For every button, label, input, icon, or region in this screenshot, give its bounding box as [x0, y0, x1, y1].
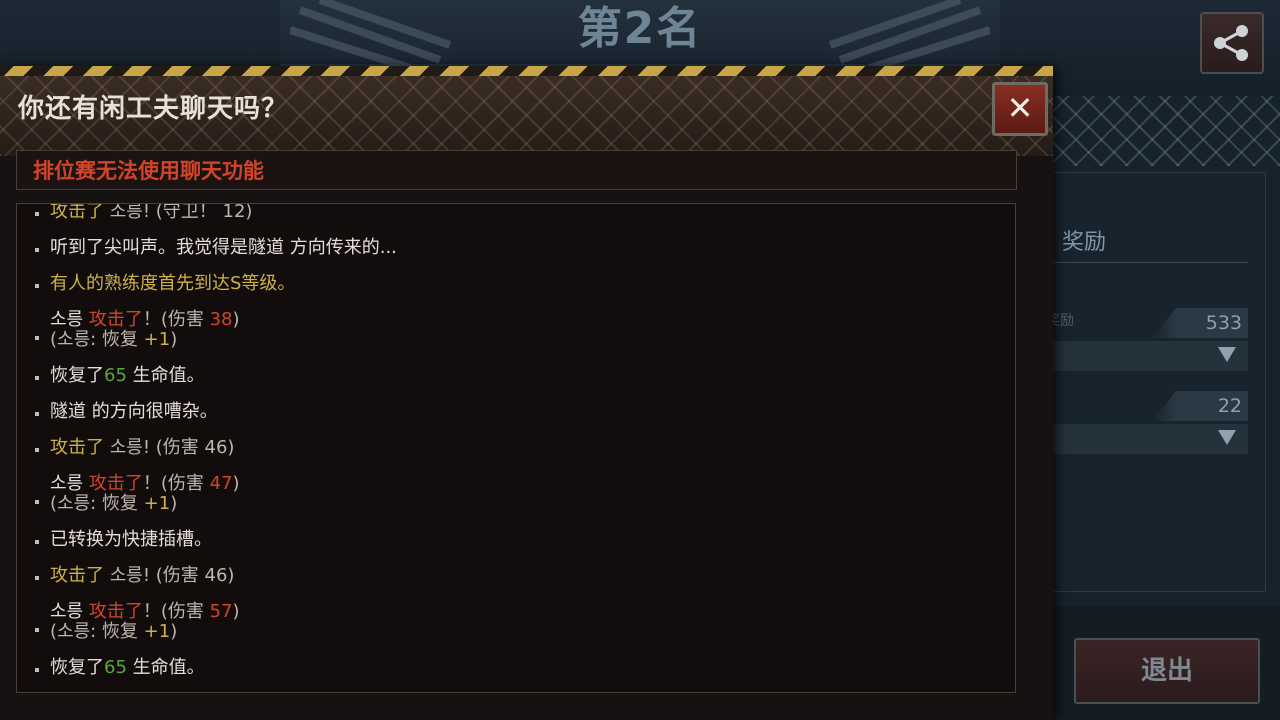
message-segment: 攻击了	[88, 473, 143, 494]
bullet-icon	[35, 668, 39, 672]
chat-message: 恢复了65 生命值。	[17, 650, 997, 686]
rank-title: 第2名	[577, 3, 703, 54]
message-segment: 攻击了	[88, 309, 143, 330]
message-segment: 攻击了	[88, 601, 143, 622]
message-segment: ！(伤害	[142, 309, 210, 330]
message-segment: 47	[209, 473, 233, 494]
close-button[interactable]: ✕	[992, 82, 1048, 136]
dialog-title: 你还有闲工夫聊天吗？	[18, 94, 289, 124]
bullet-icon	[35, 284, 39, 288]
close-icon: ✕	[1006, 89, 1034, 127]
chevron-down-icon	[1218, 347, 1236, 362]
message-text: 소릉 攻击了！(伤害 38)	[50, 310, 240, 330]
message-text: (소릉: 恢复 +1)	[50, 494, 177, 514]
message-segment: 38	[209, 309, 233, 330]
message-segment: 恢复了	[50, 657, 104, 678]
share-icon	[1214, 25, 1248, 61]
message-text: 攻击了 소릉! (守卫！ 12)	[50, 203, 253, 222]
message-segment: )	[170, 621, 178, 642]
message-text: (소릉: 恢复 +1)	[50, 330, 177, 350]
message-segment: 65	[104, 365, 127, 386]
message-segment: 有人的熟练度首先到达S等级。	[50, 273, 296, 294]
chat-message: 소릉 攻击了！(伤害 47) (소릉: 恢复 +1)	[17, 466, 997, 522]
notice-text: 排位赛无法使用聊天功能	[33, 159, 264, 183]
bullet-icon	[35, 540, 39, 544]
message-text: 听到了尖叫声。我觉得是隧道 方向传来的...	[50, 238, 397, 258]
chat-message: 攻击了 소릉! (伤害 46)	[17, 558, 997, 594]
chat-message: 有人的熟练度首先到达S等级。	[17, 266, 997, 302]
message-segment: 소릉	[50, 473, 89, 494]
message-segment: 听到了尖叫声。我觉得是隧道 方向传来的...	[50, 237, 397, 258]
message-segment: (소릉: 恢复	[50, 329, 144, 350]
chat-message: 攻击了 소릉! (守卫！ 12)	[17, 203, 997, 230]
bullet-icon	[35, 576, 39, 580]
bullet-icon	[35, 500, 39, 504]
message-segment: )	[232, 309, 240, 330]
chat-notice: 排位赛无法使用聊天功能	[16, 150, 1017, 190]
chat-message: 隧道 的方向很嘈杂。	[17, 394, 997, 430]
message-segment: +1	[143, 329, 171, 350]
message-segment: (소릉: 恢复	[50, 621, 144, 642]
message-segment: 攻击了	[50, 565, 104, 586]
message-segment: 소릉! (伤害 46)	[104, 437, 235, 458]
hazard-stripe	[0, 66, 1053, 76]
message-text: 소릉 攻击了！(伤害 57)	[50, 602, 240, 622]
message-segment: 57	[209, 601, 233, 622]
chat-message: 恢复了65 生命值。	[17, 358, 997, 394]
chevron-down-icon	[1218, 430, 1236, 445]
message-text: 攻击了 소릉! (伤害 46)	[50, 438, 234, 458]
message-text: 已转换为快捷插槽。	[50, 530, 212, 550]
message-text: 隧道 的方向很嘈杂。	[50, 402, 218, 422]
message-segment: 隧道 的方向很嘈杂。	[50, 401, 218, 422]
message-segment: )	[232, 601, 240, 622]
chat-message: 攻击了 소릉! (伤害 46)	[17, 430, 997, 466]
bullet-icon	[35, 448, 39, 452]
message-text: 攻击了 소릉! (伤害 46)	[50, 566, 234, 586]
message-segment: 攻击了	[50, 203, 104, 222]
message-segment: +1	[143, 493, 171, 514]
chat-dialog: 你还有闲工夫聊天吗？ ✕ 排位赛无法使用聊天功能 攻击了 소릉! (守卫！ 12…	[0, 66, 1053, 720]
message-segment: )	[170, 493, 178, 514]
message-segment: 已转换为快捷插槽。	[50, 529, 212, 550]
chat-log[interactable]: 攻击了 소릉! (守卫！ 12) 听到了尖叫声。我觉得是隧道 方向传来的... 有人…	[16, 203, 1016, 693]
message-segment: 生命值。	[126, 365, 205, 386]
bullet-icon	[35, 212, 39, 216]
bullet-icon	[35, 412, 39, 416]
rewards-title: 奖励	[1062, 230, 1107, 255]
bullet-icon	[35, 376, 39, 380]
message-segment: ！(伤害	[142, 473, 210, 494]
row2-dropdown[interactable]	[1035, 424, 1248, 454]
fence-pattern	[1050, 96, 1280, 166]
message-segment: +1	[143, 621, 171, 642]
message-text: 恢复了65 生命值。	[50, 658, 205, 678]
chat-message: 已转换为快捷插槽。	[17, 522, 997, 558]
message-segment: 소릉	[50, 601, 89, 622]
chat-message: 소릉 攻击了！(伤害 57) (소릉: 恢复 +1)	[17, 594, 997, 650]
bullet-icon	[35, 248, 39, 252]
message-segment: 소릉	[50, 309, 89, 330]
message-segment: 攻击了	[50, 437, 104, 458]
chat-message: 소릉 攻击了！(伤害 38) (소릉: 恢复 +1)	[17, 302, 997, 358]
message-segment: ！(伤害	[142, 601, 210, 622]
message-segment: 恢复了	[50, 365, 104, 386]
message-segment: 65	[104, 657, 127, 678]
dialog-header: 你还有闲工夫聊天吗？ ✕	[0, 76, 1053, 156]
message-text: 恢复了65 生命值。	[50, 366, 205, 386]
divider	[1050, 262, 1248, 263]
message-segment: 生命值。	[126, 657, 205, 678]
bullet-icon	[35, 336, 39, 340]
row1-dropdown[interactable]	[1035, 341, 1248, 371]
message-segment: 소릉! (守卫！ 12)	[104, 203, 253, 222]
message-segment: )	[232, 473, 240, 494]
message-text: 소릉 攻击了！(伤害 47)	[50, 474, 240, 494]
message-text: 有人的熟练度首先到达S等级。	[50, 274, 295, 294]
share-button[interactable]	[1200, 12, 1264, 74]
message-segment: )	[170, 329, 178, 350]
message-segment: (소릉: 恢复	[50, 493, 144, 514]
exit-button[interactable]: 退出	[1074, 638, 1260, 704]
chat-message: 听到了尖叫声。我觉得是隧道 方向传来的...	[17, 230, 997, 266]
bullet-icon	[35, 628, 39, 632]
message-segment: 소릉! (伤害 46)	[104, 565, 235, 586]
message-text: (소릉: 恢复 +1)	[50, 622, 177, 642]
